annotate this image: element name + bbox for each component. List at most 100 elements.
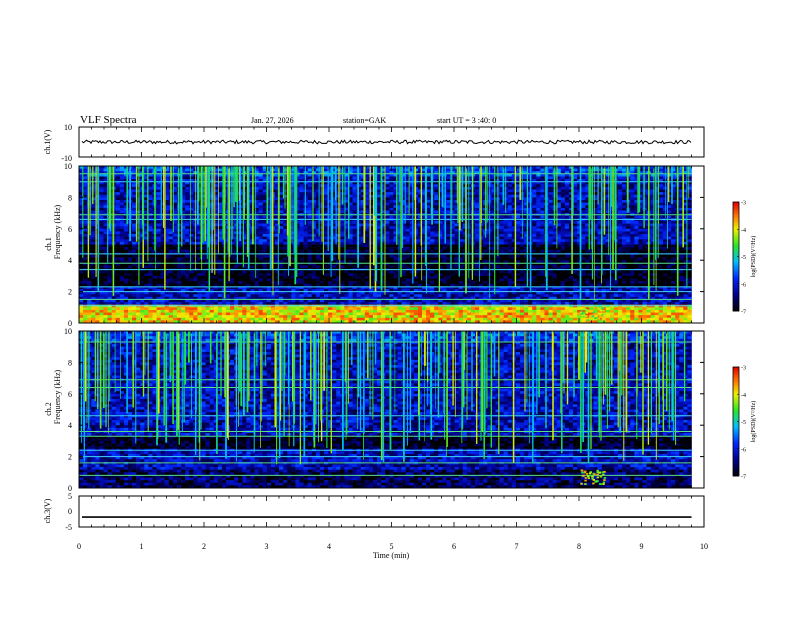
spectrogram-cell [172, 294, 178, 298]
spectrogram-cell [128, 281, 133, 285]
spectrogram-cell [119, 210, 125, 214]
figure-title: VLF Spectra [80, 114, 137, 126]
spectrogram-cell [246, 281, 251, 285]
spectrogram-cell [250, 270, 255, 274]
spectrogram-cell [152, 315, 157, 319]
spectrogram-cell [385, 176, 390, 180]
spectrogram-cell [87, 309, 92, 313]
spectrogram-cell [136, 265, 141, 269]
spectrogram-cell [230, 236, 235, 240]
spectrogram-cell [148, 176, 153, 180]
spectrogram-cell [258, 254, 264, 258]
spectrogram-cell [258, 239, 264, 243]
spectrogram-cell [258, 202, 264, 206]
spectrogram-cell [172, 278, 178, 282]
spectrogram-cell [91, 226, 96, 230]
spectrogram-cell [172, 234, 178, 237]
spectrogram-cell [79, 302, 84, 305]
spectrogram-cell [360, 275, 366, 279]
spectrogram-cell [340, 207, 345, 211]
spectrogram-cell [393, 315, 398, 319]
spectrogram-cell [254, 254, 259, 258]
spectrogram-cell [307, 197, 313, 201]
spectrogram-cell [303, 278, 308, 282]
spectrogram-cell [291, 307, 296, 311]
spectrogram-cell [324, 283, 329, 287]
spectrogram-cell [99, 273, 104, 277]
spectrogram-cell [177, 281, 182, 285]
spectrogram-cell [352, 226, 357, 230]
spectrogram-cell [156, 202, 161, 206]
spectrogram-cell [262, 226, 268, 230]
spectrogram-cell [324, 309, 329, 313]
spectrogram-cell [258, 197, 264, 201]
spectrogram-cell [254, 207, 259, 211]
spectrogram-cell [156, 207, 161, 211]
spectrogram-cell [262, 197, 268, 201]
spectrogram-cell [119, 207, 125, 211]
spectrogram-cell [266, 307, 272, 311]
spectrogram-cell [348, 249, 353, 253]
spectrogram-cell [177, 278, 182, 282]
spectrogram-cell [283, 241, 288, 245]
spectrogram-cell [348, 247, 353, 251]
spectrogram-cell [332, 275, 337, 279]
spectrogram-cell [148, 202, 153, 206]
spectrogram-cell [246, 302, 251, 305]
spectrogram-cell [344, 278, 349, 282]
spectrogram-cell [311, 309, 317, 313]
spectrogram-cell [250, 281, 255, 285]
spectrogram-cell [242, 309, 247, 313]
spectrogram-cell [258, 184, 264, 188]
spectrogram-cell [193, 302, 198, 305]
spectrogram-cell [299, 226, 304, 230]
spectrogram-cell [315, 317, 321, 321]
spectrogram-cell [336, 312, 341, 316]
spectrogram-cell [389, 260, 394, 264]
spectrogram-cell [185, 249, 190, 253]
spectrogram-cell [385, 186, 390, 190]
spectrogram-cell [262, 270, 268, 274]
spectrogram-cell [83, 315, 88, 319]
spectrogram-cell [168, 307, 174, 311]
spectrogram-cell [295, 302, 300, 305]
spectrogram-cell [160, 312, 166, 316]
spectrogram-cell [213, 278, 219, 282]
spectrogram-cell [303, 226, 308, 230]
spectrogram-cell [381, 307, 386, 311]
spectrogram-cell [148, 294, 153, 298]
spectrogram-cell [258, 234, 264, 237]
spectrogram-cell [193, 312, 198, 316]
spectrogram-cell [164, 307, 170, 311]
spectrogram-cell [99, 231, 104, 235]
spectrogram-cell [299, 257, 304, 261]
spectrogram-cell [123, 273, 129, 277]
spectrogram-cell [303, 241, 308, 245]
spectrogram-cell [356, 302, 362, 305]
spectrogram-cell [344, 315, 349, 319]
spectrogram-cell [83, 257, 88, 261]
spectrogram-cell [156, 234, 161, 237]
spectrogram-cell [307, 205, 313, 209]
spectrogram-cell [409, 186, 415, 190]
spectrogram-cell [287, 270, 292, 274]
spectrogram-cell [242, 294, 247, 298]
spectrogram-cell [377, 312, 382, 316]
spectrogram-cell [385, 197, 390, 201]
spectrogram-cell [99, 234, 104, 237]
spectrogram-cell [409, 275, 415, 279]
spectrogram-cell [287, 283, 292, 287]
spectrogram-cell [352, 194, 357, 198]
spectrogram-cell [132, 265, 137, 269]
spectrogram-cell [189, 270, 194, 274]
spectrogram-cell [221, 315, 227, 319]
spectrogram-cell [156, 254, 161, 258]
spectrogram-cell [209, 275, 215, 279]
spectrogram-cell [299, 241, 304, 245]
spectrogram-cell [119, 254, 125, 258]
spectrogram-cell [405, 317, 411, 321]
spectrogram-cell [258, 236, 264, 240]
spectrogram-cell [409, 273, 415, 277]
spectrogram-cell [356, 317, 362, 321]
spectrogram-cell [262, 236, 268, 240]
